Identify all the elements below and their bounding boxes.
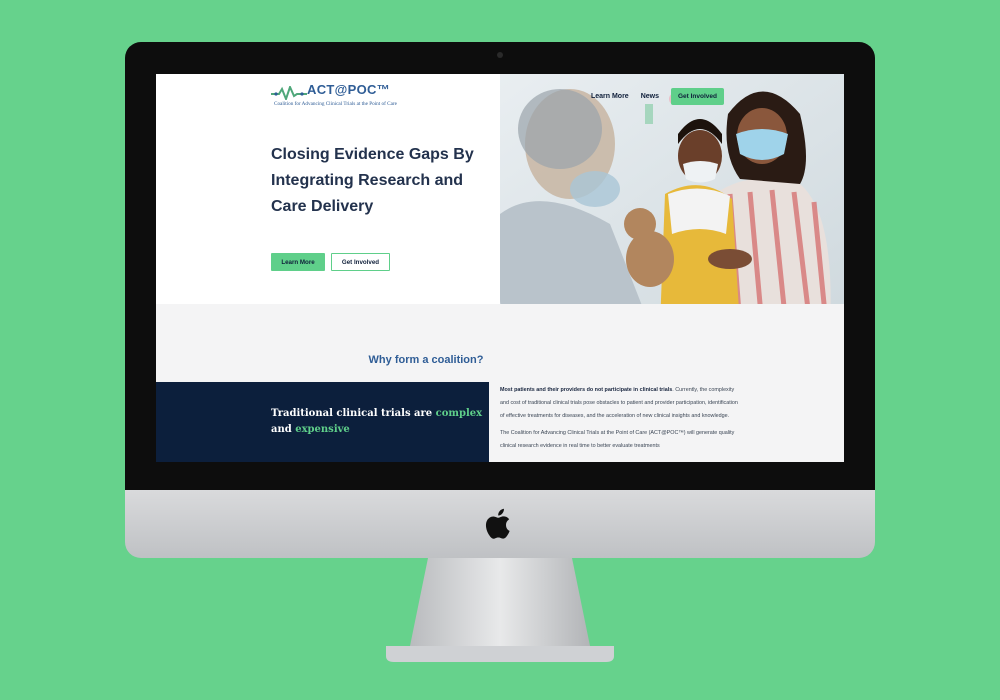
hero-photo: [500, 74, 844, 326]
accent-complex: complex: [435, 408, 483, 419]
learn-more-button[interactable]: Learn More: [271, 253, 325, 271]
highlight-panel: Traditional clinical trials are complex …: [156, 382, 489, 462]
get-involved-button[interactable]: Get Involved: [331, 253, 390, 271]
nav-learn-more[interactable]: Learn More: [591, 93, 629, 100]
logo-tagline: Coalition for Advancing Clinical Trials …: [274, 101, 397, 107]
camera-dot: [497, 52, 503, 58]
nav-get-involved-button[interactable]: Get Involved: [670, 88, 724, 105]
section-heading: Why form a coalition?: [368, 354, 484, 366]
heartbeat-wave-icon: [271, 86, 307, 100]
main-nav: Learn More News Get Involved: [591, 88, 724, 105]
paragraph-1: Most patients and their providers do not…: [500, 387, 738, 419]
nav-news[interactable]: News: [641, 93, 659, 100]
accent-expensive: expensive: [295, 424, 350, 435]
paragraph-2: The Coalition for Advancing Clinical Tri…: [500, 430, 735, 449]
highlight-text: Traditional clinical trials are complex …: [271, 408, 483, 435]
website-screen: ACT@POC™ Coalition for Advancing Clinica…: [156, 74, 844, 462]
hero-title: Closing Evidence Gaps By Integrating Res…: [271, 146, 474, 215]
logo-title: ACT@POC™: [307, 82, 390, 97]
apple-logo-icon: [485, 508, 510, 539]
body-copy: Most patients and their providers do not…: [500, 384, 740, 457]
site-logo[interactable]: ACT@POC™ Coalition for Advancing Clinica…: [271, 82, 421, 112]
hero-buttons: Learn More Get Involved: [271, 253, 390, 271]
